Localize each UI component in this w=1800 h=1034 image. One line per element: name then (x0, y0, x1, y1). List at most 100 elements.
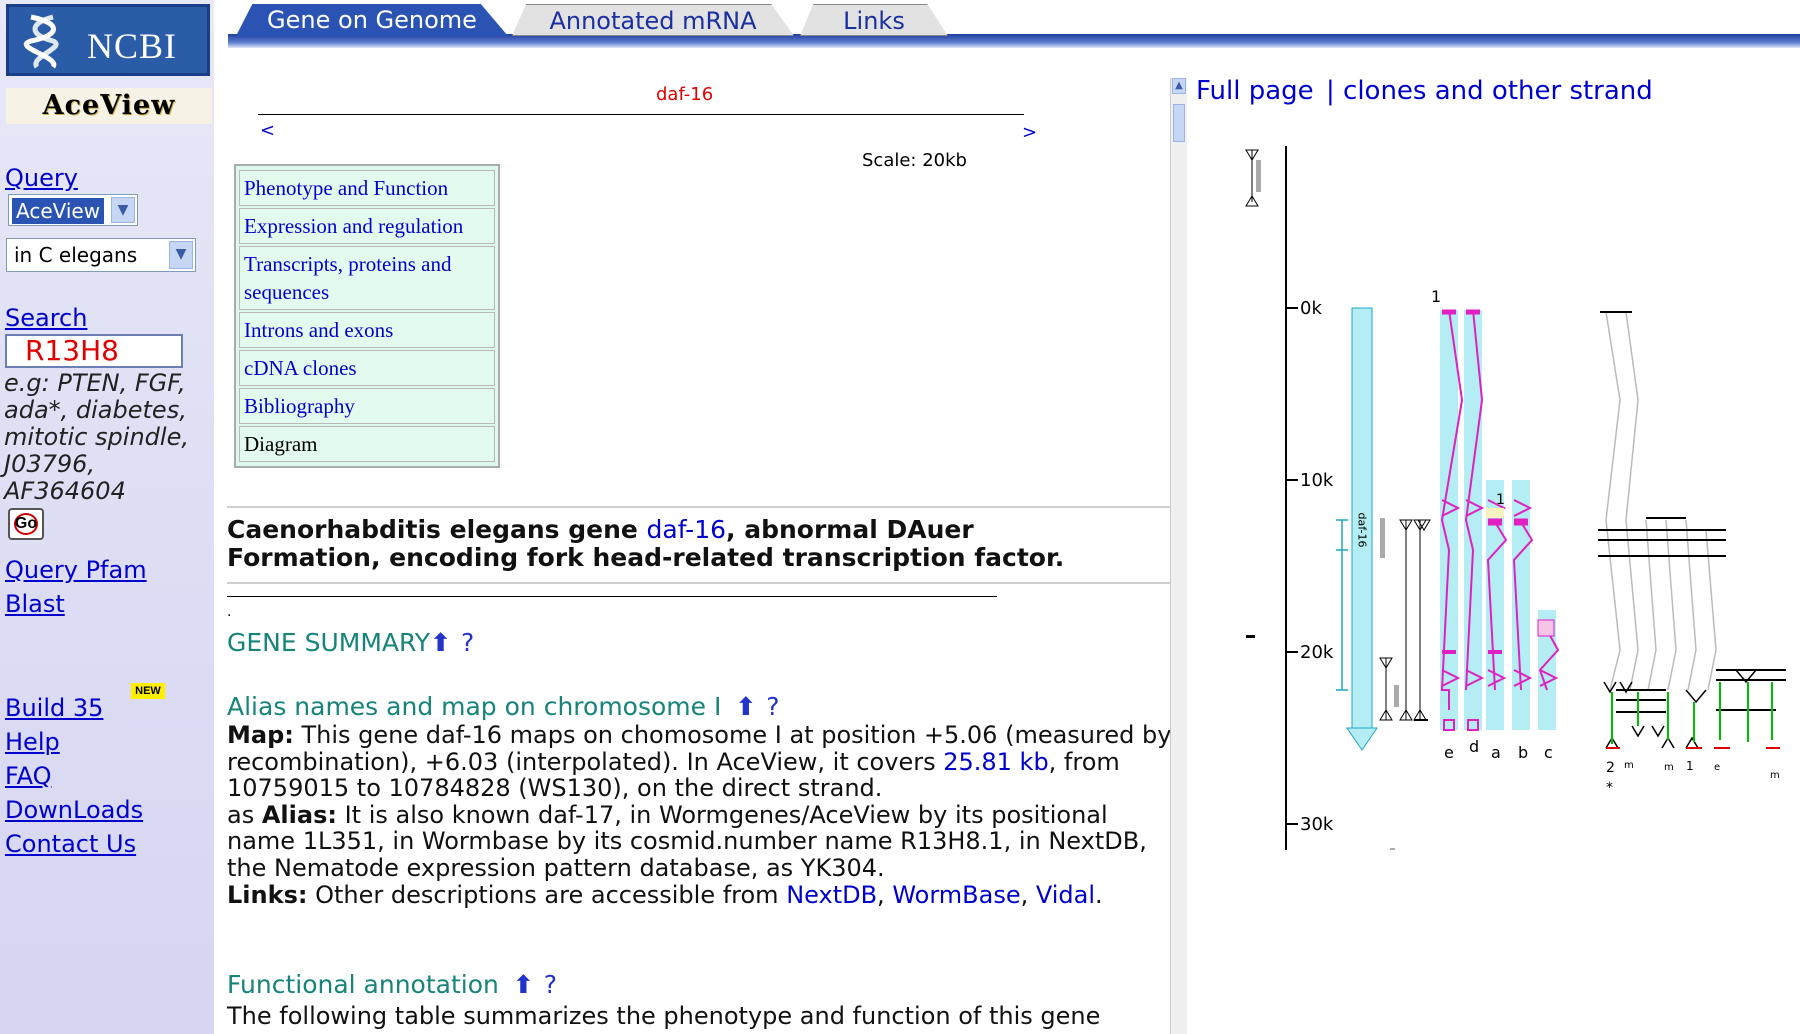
functional-title: Functional annotation ⬆? (227, 970, 557, 999)
tab-bar (228, 34, 1800, 48)
aceview-logo[interactable]: AceView (6, 88, 212, 124)
contact-us-link[interactable]: Contact Us (5, 830, 136, 858)
tab-links[interactable]: Links (800, 4, 948, 36)
transcript-label-d: d (1469, 737, 1479, 756)
nextdb-link[interactable]: NextDB (786, 881, 877, 909)
axis: 0k 10k 20k 30k (1285, 146, 1334, 850)
toc-transcripts[interactable]: Transcripts, proteins and sequences (239, 246, 495, 310)
axis-tick-20k: 20k (1300, 642, 1334, 663)
alias-body: Map: This gene daf-16 maps on chomosome … (227, 722, 1177, 908)
faq-link[interactable]: FAQ (5, 762, 52, 790)
query-select-value: AceView (12, 198, 105, 224)
toc-expression[interactable]: Expression and regulation (239, 208, 495, 244)
query-link[interactable]: Query (5, 164, 78, 192)
tab-annotated-mrna[interactable]: Annotated mRNA (512, 4, 794, 36)
divider (227, 506, 1170, 508)
transcript-group[interactable]: 1 1 e d a b c (1431, 287, 1560, 762)
transcript-label-c: c (1544, 743, 1553, 762)
alias-prefix: as (227, 800, 262, 829)
clone-label-2: 2 (1606, 760, 1615, 776)
search-link[interactable]: Search (5, 304, 87, 332)
downloads-link[interactable]: DownLoads (5, 796, 143, 824)
clone-label-1: 1 (1686, 759, 1694, 773)
help-question-icon[interactable]: ? (544, 970, 557, 999)
axis-tick-0k: 0k (1300, 298, 1322, 319)
ncbi-logo[interactable]: NCBI (6, 4, 210, 76)
toc-cdna-clones[interactable]: cDNA clones (239, 350, 495, 386)
up-arrow-icon[interactable]: ⬆ (430, 628, 451, 657)
map-label: Map: (227, 721, 294, 749)
gene-diagram[interactable]: 0k 10k 20k 30k daf-16 1 1 e d a b c 2 m … (1186, 130, 1800, 850)
clone-label-m2: m (1664, 762, 1674, 773)
axis-tick-30k: 30k (1300, 814, 1334, 835)
toc-phenotype[interactable]: Phenotype and Function (239, 170, 495, 206)
wormbase-link[interactable]: WormBase (892, 881, 1020, 909)
up-arrow-icon[interactable]: ⬆ (513, 970, 534, 999)
axis-tick-10k: 10k (1300, 470, 1334, 491)
left-sidebar: NCBI AceView Query AceView ▼ in C elegan… (0, 0, 214, 1034)
chevron-down-icon: ▼ (169, 241, 193, 269)
go-button[interactable]: Go (8, 508, 44, 540)
query-database-select[interactable]: AceView ▼ (8, 194, 138, 226)
up-arrow-icon[interactable]: ⬆ (735, 692, 756, 721)
organism-select[interactable]: in C elegans ▼ (6, 238, 196, 272)
blast-link[interactable]: Blast (5, 590, 65, 618)
length-link[interactable]: 25.81 kb (943, 748, 1048, 776)
help-question-icon[interactable]: ? (766, 692, 779, 721)
organism-select-value: in C elegans (14, 243, 138, 267)
transcript-label-a: a (1491, 743, 1501, 762)
full-page-link[interactable]: Full page (1196, 76, 1314, 106)
map-gene-label: daf-16 (656, 84, 714, 105)
clone-asterisk: * (1606, 780, 1613, 796)
heading-gene-link[interactable]: daf-16 (647, 515, 726, 544)
comma: , (877, 880, 893, 909)
diagram-scrollbar[interactable]: ▲ (1170, 78, 1187, 1034)
alias-title: Alias names and map on chromosome I ⬆? (227, 692, 780, 721)
clone-label-m3: m (1770, 770, 1780, 781)
toc-introns[interactable]: Introns and exons (239, 312, 495, 348)
go-button-label: Go (14, 515, 38, 532)
table-of-contents: Phenotype and Function Expression and re… (234, 164, 500, 468)
marker-lines (1379, 518, 1431, 721)
scroll-up-icon[interactable]: ▲ (1172, 78, 1186, 94)
links-text: Other descriptions are accessible from (307, 880, 787, 909)
transcript-label-b: b (1518, 743, 1528, 762)
ncbi-logo-text: NCBI (87, 26, 178, 66)
alias-text: It is also known daf-17, in Wormgenes/Ac… (227, 800, 1147, 882)
links-label: Links: (227, 880, 308, 909)
vidal-link[interactable]: Vidal (1036, 881, 1095, 909)
period: . (1095, 880, 1103, 909)
gene-vertical-label: daf-16 (1356, 513, 1369, 548)
alias-label: Alias: (261, 800, 337, 829)
search-input[interactable]: R13H8 (5, 334, 183, 368)
functional-title-text: Functional annotation (227, 970, 499, 999)
gene-summary-title: GENE SUMMARY⬆? (227, 628, 474, 657)
divider (227, 582, 1170, 584)
toc-bibliography[interactable]: Bibliography (239, 388, 495, 424)
chevron-down-icon: ▼ (111, 197, 135, 223)
comma: , (1020, 880, 1036, 909)
divider-thin (227, 596, 997, 597)
new-badge: NEW (131, 683, 165, 699)
alias-title-text: Alias names and map on chromosome I (227, 692, 722, 721)
map-scale: Scale: 20kb (862, 150, 967, 171)
map-next-link[interactable]: > (1022, 122, 1037, 143)
scroll-thumb[interactable] (1173, 104, 1185, 142)
ncbi-helix-icon (23, 14, 59, 69)
map-prev-link[interactable]: < (260, 120, 275, 141)
gene-arrow[interactable]: daf-16 (1336, 307, 1378, 751)
help-link[interactable]: Help (5, 728, 60, 756)
transcript-label-e: e (1444, 743, 1454, 762)
clone-label-e: e (1714, 762, 1720, 773)
clone-group[interactable]: 2 m m 1 e m * (1598, 311, 1786, 796)
query-pfam-link[interactable]: Query Pfam (5, 556, 147, 584)
gene-summary-title-text: GENE SUMMARY (227, 628, 431, 657)
help-question-icon[interactable]: ? (461, 628, 474, 657)
clones-other-strand-link[interactable]: | clones and other strand (1326, 76, 1653, 106)
marker-1b: 1 (1496, 492, 1505, 508)
tab-gene-on-genome[interactable]: Gene on Genome (236, 4, 508, 36)
gene-heading: Caenorhabditis elegans gene daf-16, abno… (227, 516, 1127, 572)
build-link[interactable]: Build 35 (5, 694, 103, 722)
heading-pre: Caenorhabditis elegans gene (227, 515, 647, 544)
map-line (258, 114, 1024, 115)
